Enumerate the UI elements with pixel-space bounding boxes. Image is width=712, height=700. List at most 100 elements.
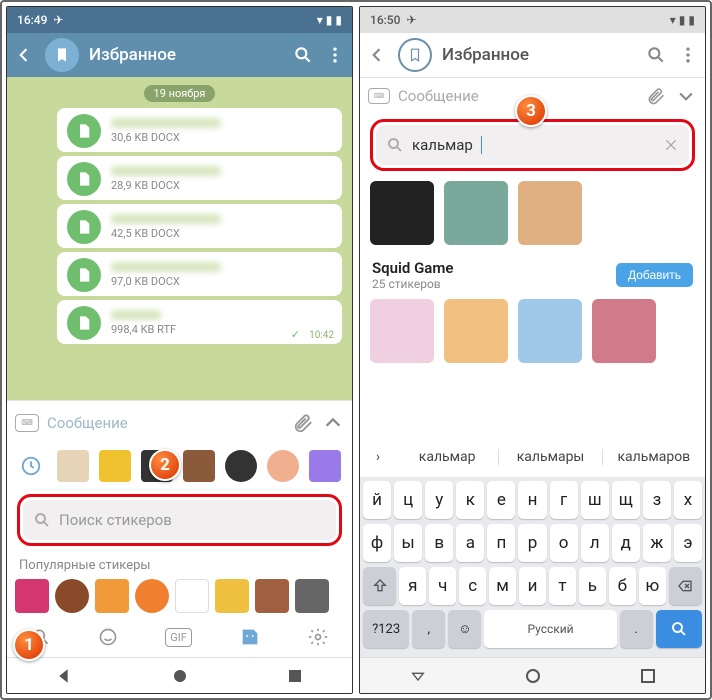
compose-placeholder[interactable]: Сообщение (47, 414, 284, 432)
backspace-key[interactable] (669, 567, 702, 605)
sticker-item[interactable] (15, 579, 49, 613)
keyboard-icon[interactable]: ⌨ (15, 414, 39, 432)
space-key[interactable]: Русский (484, 610, 616, 648)
letter-key[interactable]: и (519, 567, 546, 605)
sticker-item[interactable] (55, 579, 89, 613)
letter-key[interactable]: ф (363, 524, 391, 562)
letter-key[interactable]: г (550, 481, 578, 519)
period-key[interactable]: . (620, 610, 653, 648)
search-key[interactable] (656, 610, 702, 648)
letter-key[interactable]: с (459, 567, 486, 605)
stickers-tab-icon[interactable] (239, 626, 261, 648)
sticker-pack-tab[interactable] (183, 450, 215, 482)
letter-key[interactable]: щ (612, 481, 640, 519)
sticker-item[interactable] (215, 579, 249, 613)
comma-key[interactable]: , (412, 610, 445, 648)
suggestion[interactable]: кальмары (499, 449, 602, 465)
emoji-key[interactable]: ☺ (448, 610, 481, 648)
nav-home-icon[interactable] (526, 669, 540, 683)
file-message[interactable]: 30,6 KB DOCX (57, 108, 342, 152)
suggestion[interactable]: кальмаров (603, 449, 705, 465)
recent-tab[interactable] (15, 450, 47, 482)
back-icon[interactable] (366, 44, 388, 66)
sticker-item[interactable] (370, 299, 434, 363)
file-message[interactable]: 28,9 KB DOCX (57, 156, 342, 200)
letter-key[interactable]: н (518, 481, 546, 519)
gif-tab-icon[interactable]: GIF (165, 628, 192, 647)
numbers-key[interactable]: ?123 (363, 610, 409, 648)
suggestion[interactable]: кальмар (396, 449, 499, 465)
sticker-pack-tab[interactable] (99, 450, 131, 482)
nav-back-icon[interactable] (57, 668, 73, 684)
letter-key[interactable]: б (609, 567, 636, 605)
nav-home-icon[interactable] (173, 669, 187, 683)
nav-recent-icon[interactable] (288, 669, 302, 683)
sticker-search-input[interactable]: Поиск стикеров (23, 500, 336, 540)
keyboard: › кальмар кальмары кальмаров йцукенгшщзх… (360, 437, 705, 657)
letter-key[interactable]: э (674, 524, 702, 562)
letter-key[interactable]: п (487, 524, 515, 562)
search-icon[interactable] (292, 44, 314, 66)
sticker-item[interactable] (135, 579, 169, 613)
letter-key[interactable]: д (612, 524, 640, 562)
file-message[interactable]: 42,5 KB DOCX (57, 204, 342, 248)
nav-back-icon[interactable] (410, 668, 426, 684)
clear-icon[interactable] (663, 137, 679, 153)
sticker-pack-tab[interactable] (267, 450, 299, 482)
sticker-item[interactable] (295, 579, 329, 613)
sticker-search-input[interactable]: кальмар (376, 125, 689, 165)
letter-key[interactable]: е (487, 481, 515, 519)
sticker-item[interactable] (518, 181, 582, 245)
add-pack-button[interactable]: Добавить (616, 263, 693, 287)
letter-key[interactable]: х (674, 481, 702, 519)
more-icon[interactable] (677, 44, 699, 66)
sticker-pack-tab[interactable] (57, 450, 89, 482)
letter-key[interactable]: к (456, 481, 484, 519)
sticker-pack-tab[interactable] (309, 450, 341, 482)
settings-tab-icon[interactable] (308, 627, 328, 647)
sticker-item[interactable] (255, 579, 289, 613)
search-icon[interactable] (645, 44, 667, 66)
sticker-item[interactable] (518, 299, 582, 363)
sticker-item[interactable] (175, 579, 209, 613)
letter-key[interactable]: в (425, 524, 453, 562)
letter-key[interactable]: у (425, 481, 453, 519)
letter-key[interactable]: з (643, 481, 671, 519)
sticker-item[interactable] (444, 181, 508, 245)
letter-key[interactable]: л (581, 524, 609, 562)
chevron-down-icon[interactable] (675, 85, 697, 107)
file-message[interactable]: 97,0 KB DOCX (57, 252, 342, 296)
sticker-item[interactable] (370, 181, 434, 245)
saved-messages-avatar (45, 38, 79, 72)
attach-icon[interactable] (645, 85, 667, 107)
more-icon[interactable] (324, 44, 346, 66)
chevron-up-icon[interactable] (322, 412, 344, 434)
letter-key[interactable]: о (550, 524, 578, 562)
keyboard-icon[interactable]: ⌨ (368, 88, 390, 104)
letter-key[interactable]: ь (579, 567, 606, 605)
letter-key[interactable]: ш (581, 481, 609, 519)
sticker-item[interactable] (592, 299, 656, 363)
sticker-item[interactable] (444, 299, 508, 363)
sticker-item[interactable] (95, 579, 129, 613)
letter-key[interactable]: р (518, 524, 546, 562)
letter-key[interactable]: й (363, 481, 391, 519)
chevron-right-icon[interactable]: › (360, 449, 396, 465)
attach-icon[interactable] (292, 412, 314, 434)
file-message[interactable]: 998,4 KB RTF 10:42 ✓ (57, 300, 342, 344)
sticker-pack-tab[interactable] (225, 450, 257, 482)
letter-key[interactable]: ю (639, 567, 666, 605)
nav-recent-icon[interactable] (641, 669, 655, 683)
letter-key[interactable]: ы (394, 524, 422, 562)
letter-key[interactable]: ц (394, 481, 422, 519)
letter-key[interactable]: я (399, 567, 426, 605)
shift-key[interactable] (363, 567, 396, 605)
letter-key[interactable]: а (456, 524, 484, 562)
emoji-tab-icon[interactable] (98, 627, 118, 647)
letter-key[interactable]: ж (643, 524, 671, 562)
back-icon[interactable] (13, 44, 35, 66)
letter-key[interactable]: ч (429, 567, 456, 605)
sticker-results (360, 177, 705, 249)
letter-key[interactable]: т (549, 567, 576, 605)
letter-key[interactable]: м (489, 567, 516, 605)
